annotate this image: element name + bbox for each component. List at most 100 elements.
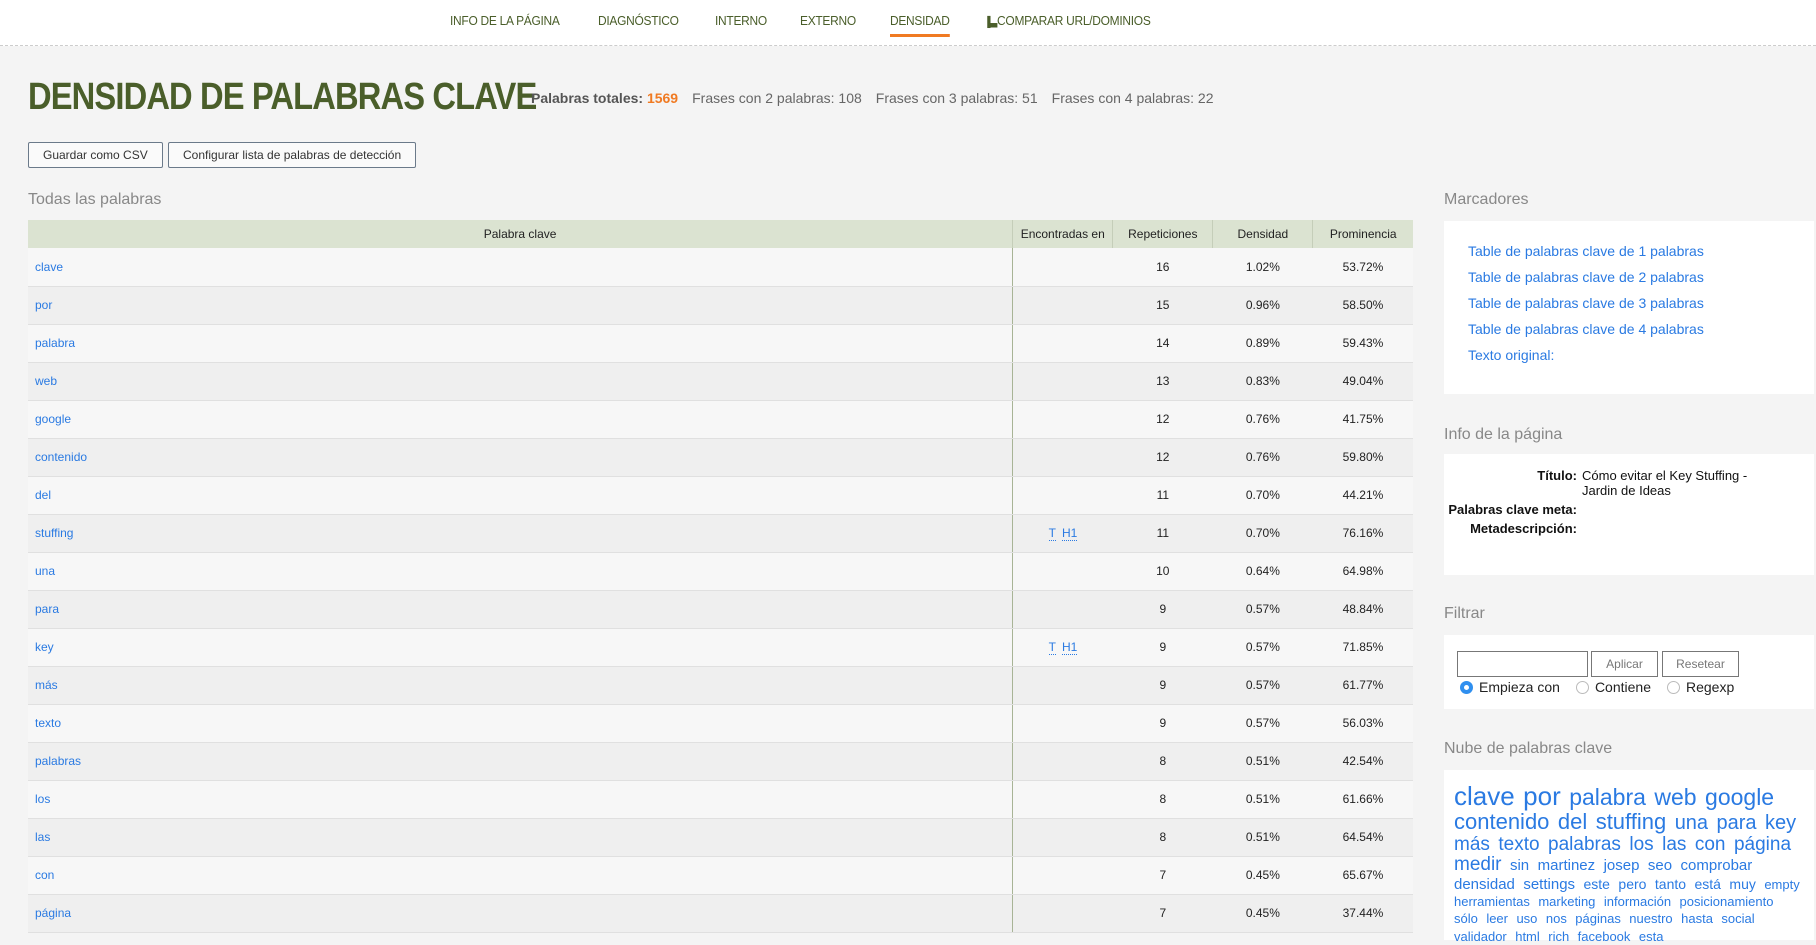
nav-tab-0[interactable]: INFO DE LA PÁGINA: [450, 13, 560, 37]
configure-stopwords-button[interactable]: Configurar lista de palabras de detecció…: [168, 142, 417, 168]
cloud-word[interactable]: texto: [1498, 834, 1539, 855]
column-header[interactable]: Densidad: [1212, 220, 1313, 248]
cloud-word[interactable]: sólo: [1454, 911, 1478, 926]
radio-button[interactable]: [1460, 680, 1473, 694]
filter-input[interactable]: [1457, 651, 1588, 677]
found-in-tag[interactable]: T: [1048, 640, 1056, 655]
table-row: stuffing T H1 11 0.70% 76.16%: [28, 514, 1413, 553]
cloud-word[interactable]: google: [1705, 784, 1774, 810]
cloud-word[interactable]: uso: [1516, 911, 1537, 926]
cloud-word[interactable]: posicionamiento: [1680, 894, 1774, 909]
keyword-link[interactable]: google: [35, 412, 71, 426]
filter-option[interactable]: Contiene: [1575, 679, 1651, 695]
found-in-tag[interactable]: H1: [1061, 526, 1078, 541]
cloud-word[interactable]: muy: [1729, 876, 1755, 892]
cloud-word[interactable]: pero: [1618, 876, 1646, 892]
keyword-link[interactable]: una: [35, 564, 55, 578]
cloud-word[interactable]: densidad: [1454, 876, 1515, 893]
cloud-word[interactable]: martinez: [1538, 857, 1596, 874]
keyword-link[interactable]: más: [35, 678, 58, 692]
found-in-tag[interactable]: T: [1048, 526, 1056, 541]
keyword-link[interactable]: con: [35, 868, 54, 882]
cloud-word[interactable]: palabra: [1569, 784, 1646, 810]
cloud-word[interactable]: para: [1717, 812, 1757, 834]
nav-tab-1[interactable]: DIAGNÓSTICO: [598, 13, 679, 37]
cloud-word[interactable]: más: [1454, 834, 1490, 855]
four-word-phrases: Frases con 4 palabras: 22: [1051, 90, 1214, 106]
filter-option[interactable]: Empieza con: [1460, 679, 1560, 695]
save-csv-button[interactable]: Guardar como CSV: [28, 142, 163, 168]
keyword-link[interactable]: palabras: [35, 754, 81, 768]
cloud-word[interactable]: una: [1675, 812, 1708, 834]
marker-link[interactable]: Texto original:: [1468, 347, 1814, 363]
cloud-word[interactable]: josep: [1604, 857, 1640, 874]
cloud-word[interactable]: está: [1695, 876, 1721, 892]
marker-link[interactable]: Table de palabras clave de 1 palabras: [1468, 243, 1814, 259]
cloud-word[interactable]: leer: [1486, 911, 1508, 926]
cloud-word[interactable]: web: [1654, 784, 1696, 810]
marker-link[interactable]: Table de palabras clave de 4 palabras: [1468, 321, 1814, 337]
cloud-word[interactable]: marketing: [1538, 894, 1595, 909]
keyword-link[interactable]: para: [35, 602, 59, 616]
keyword-link[interactable]: contenido: [35, 450, 87, 464]
cloud-word[interactable]: clave: [1454, 781, 1515, 811]
cloud-word[interactable]: información: [1604, 894, 1671, 909]
cloud-word[interactable]: con: [1695, 834, 1726, 855]
nav-tab-5[interactable]: ▐▃COMPARAR URL/DOMINIOS: [984, 13, 1151, 37]
cloud-word[interactable]: empty: [1764, 877, 1799, 892]
cloud-word[interactable]: este: [1584, 876, 1610, 892]
column-header[interactable]: Repeticiones: [1112, 220, 1213, 248]
cloud-word[interactable]: nos: [1546, 911, 1567, 926]
cloud-word[interactable]: esta: [1639, 929, 1664, 944]
nav-tab-3[interactable]: EXTERNO: [800, 13, 856, 37]
apply-button[interactable]: Aplicar: [1591, 651, 1658, 677]
keyword-link[interactable]: las: [35, 830, 50, 844]
cloud-word[interactable]: rich: [1548, 929, 1569, 944]
keyword-link[interactable]: los: [35, 792, 50, 806]
found-in-tag[interactable]: H1: [1061, 640, 1078, 655]
cloud-word[interactable]: palabras: [1548, 834, 1621, 855]
cloud-word[interactable]: facebook: [1578, 929, 1631, 944]
cloud-word[interactable]: comprobar: [1681, 857, 1753, 874]
column-header[interactable]: Palabra clave: [28, 220, 1013, 248]
cloud-word[interactable]: los: [1629, 834, 1653, 855]
keyword-link[interactable]: texto: [35, 716, 61, 730]
keyword-link[interactable]: stuffing: [35, 526, 73, 540]
marker-link[interactable]: Table de palabras clave de 2 palabras: [1468, 269, 1814, 285]
keyword-link[interactable]: del: [35, 488, 51, 502]
keyword-link[interactable]: página: [35, 906, 71, 920]
cloud-word[interactable]: nuestro: [1629, 911, 1672, 926]
cloud-word[interactable]: páginas: [1575, 911, 1621, 926]
nav-tab-4[interactable]: DENSIDAD: [890, 13, 950, 37]
cloud-word[interactable]: contenido: [1454, 809, 1549, 834]
cloud-word[interactable]: sin: [1510, 857, 1529, 874]
cloud-word[interactable]: validador: [1454, 929, 1507, 944]
cloud-word[interactable]: página: [1734, 834, 1791, 855]
radio-button[interactable]: [1575, 680, 1589, 694]
keyword-link[interactable]: web: [35, 374, 57, 388]
cloud-word[interactable]: settings: [1523, 876, 1575, 893]
keyword-link[interactable]: palabra: [35, 336, 75, 350]
cloud-word[interactable]: tanto: [1655, 876, 1686, 892]
cloud-word[interactable]: seo: [1648, 857, 1672, 874]
cloud-word[interactable]: social: [1721, 911, 1754, 926]
cloud-word[interactable]: del: [1558, 809, 1587, 834]
cloud-word[interactable]: hasta: [1681, 911, 1713, 926]
radio-button[interactable]: [1666, 680, 1680, 694]
reset-button[interactable]: Resetear: [1662, 651, 1739, 677]
marker-link[interactable]: Table de palabras clave de 3 palabras: [1468, 295, 1814, 311]
column-header[interactable]: Encontradas en: [1012, 220, 1113, 248]
cloud-word[interactable]: herramientas: [1454, 894, 1530, 909]
cloud-word[interactable]: key: [1765, 812, 1796, 834]
cloud-word[interactable]: stuffing: [1596, 809, 1667, 834]
keyword-link[interactable]: key: [35, 640, 54, 654]
cloud-word[interactable]: las: [1662, 834, 1686, 855]
keyword-link[interactable]: clave: [35, 260, 63, 274]
cloud-word[interactable]: por: [1523, 781, 1561, 811]
cloud-word[interactable]: medir: [1454, 854, 1502, 875]
filter-option[interactable]: Regexp: [1666, 679, 1734, 695]
cloud-word[interactable]: html: [1515, 929, 1540, 944]
nav-tab-2[interactable]: INTERNO: [715, 13, 767, 37]
column-header[interactable]: Prominencia: [1312, 220, 1413, 248]
keyword-link[interactable]: por: [35, 298, 52, 312]
